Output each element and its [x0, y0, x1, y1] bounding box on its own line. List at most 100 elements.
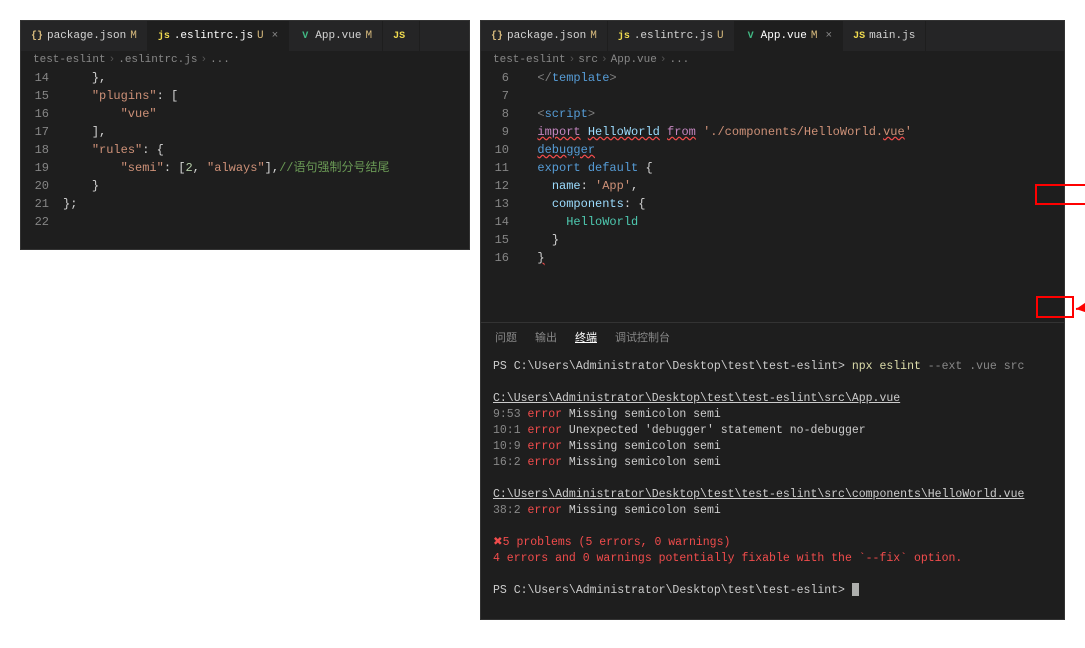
error-row[interactable]: 9:53 error Missing semicolon semi — [493, 407, 1052, 423]
line-number: 6 — [481, 69, 523, 87]
code-text[interactable]: HelloWorld — [523, 213, 1064, 231]
crumb-segment[interactable]: test-eslint — [33, 54, 106, 66]
summary-line: ✖5 problems (5 errors, 0 warnings) — [493, 535, 1052, 551]
modified-indicator: M — [130, 30, 137, 42]
line-number: 15 — [21, 87, 63, 105]
error-row[interactable]: 10:9 error Missing semicolon semi — [493, 439, 1052, 455]
code-line[interactable]: 20 } — [21, 177, 469, 195]
error-row[interactable]: 16:2 error Missing semicolon semi — [493, 455, 1052, 471]
modified-indicator: U — [717, 30, 724, 42]
code-text[interactable]: "semi": [2, "always"],//语句强制分号结尾 — [63, 159, 469, 177]
code-text[interactable]: import HelloWorld from './components/Hel… — [523, 123, 1064, 141]
error-row[interactable]: 10:1 error Unexpected 'debugger' stateme… — [493, 423, 1052, 439]
line-number: 18 — [21, 141, 63, 159]
tab-.eslintrc.js[interactable]: js.eslintrc.jsU — [608, 21, 735, 51]
tab-label: App.vue — [761, 30, 807, 42]
code-line[interactable]: 22 — [21, 213, 469, 231]
tab-label: App.vue — [315, 30, 361, 42]
code-line[interactable]: 15 "plugins": [ — [21, 87, 469, 105]
tab-main.js[interactable]: JS main.js — [843, 21, 926, 51]
terminal-prompt[interactable]: PS C:\Users\Administrator\Desktop\test\t… — [493, 583, 1052, 599]
crumb-segment[interactable]: ... — [669, 54, 689, 66]
file-icon: js — [618, 30, 630, 42]
breadcrumb[interactable]: test-eslint›.eslintrc.js›... — [21, 51, 469, 69]
close-icon[interactable]: × — [272, 30, 279, 42]
file-icon: V — [745, 30, 757, 42]
panel-tabs: 问题 输出 终端 调试控制台 — [481, 322, 1064, 351]
code-text[interactable]: export default { — [523, 159, 1064, 177]
breadcrumb[interactable]: test-eslint›src›App.vue›... — [481, 51, 1064, 69]
code-line[interactable]: 11 export default { — [481, 159, 1064, 177]
code-line[interactable]: 10 debugger — [481, 141, 1064, 159]
code-text[interactable]: } — [523, 231, 1064, 249]
code-line[interactable]: 8 <script> — [481, 105, 1064, 123]
code-text[interactable]: "vue" — [63, 105, 469, 123]
code-line[interactable]: 13 components: { — [481, 195, 1064, 213]
line-number: 19 — [21, 159, 63, 177]
code-text[interactable]: "plugins": [ — [63, 87, 469, 105]
code-line[interactable]: 15 } — [481, 231, 1064, 249]
tab-.eslintrc.js[interactable]: js.eslintrc.jsU× — [148, 21, 289, 51]
code-line[interactable]: 17 ], — [21, 123, 469, 141]
code-line[interactable]: 19 "semi": [2, "always"],//语句强制分号结尾 — [21, 159, 469, 177]
tab-bar: {}package.jsonMjs.eslintrc.jsU×VApp.vueM… — [21, 21, 469, 51]
code-text[interactable]: }; — [63, 195, 469, 213]
line-number: 13 — [481, 195, 523, 213]
annotation-arrow — [1061, 191, 1085, 321]
modified-indicator: U — [257, 30, 264, 42]
file-path[interactable]: C:\Users\Administrator\Desktop\test\test… — [493, 487, 1052, 503]
crumb-segment[interactable]: .eslintrc.js — [118, 54, 197, 66]
line-number: 20 — [21, 177, 63, 195]
code-line[interactable]: 9 import HelloWorld from './components/H… — [481, 123, 1064, 141]
panel-tab-调试控制台[interactable]: 调试控制台 — [615, 329, 670, 345]
code-line[interactable]: 7 — [481, 87, 1064, 105]
tab-package.json[interactable]: {}package.jsonM — [21, 21, 148, 51]
tab-unknown[interactable]: JS — [383, 21, 420, 51]
tab-label: .eslintrc.js — [174, 30, 253, 42]
code-text[interactable] — [523, 87, 1064, 105]
code-text[interactable]: }, — [63, 69, 469, 87]
code-text[interactable]: "rules": { — [63, 141, 469, 159]
tab-App.vue[interactable]: VApp.vueM× — [735, 21, 843, 51]
crumb-segment[interactable]: App.vue — [611, 54, 657, 66]
code-text[interactable]: } — [523, 249, 1064, 267]
code-text[interactable]: } — [63, 177, 469, 195]
chevron-right-icon: › — [660, 54, 667, 66]
code-line[interactable]: 12 name: 'App', — [481, 177, 1064, 195]
tab-package.json[interactable]: {}package.jsonM — [481, 21, 608, 51]
error-row[interactable]: 38:2 error Missing semicolon semi — [493, 503, 1052, 519]
terminal-line: PS C:\Users\Administrator\Desktop\test\t… — [493, 359, 1052, 375]
code-editor[interactable]: 14 },15 "plugins": [16 "vue"17 ],18 "rul… — [21, 69, 469, 231]
chevron-right-icon: › — [601, 54, 608, 66]
code-line[interactable]: 16 } — [481, 249, 1064, 267]
file-icon: {} — [491, 30, 503, 42]
code-line[interactable]: 16 "vue" — [21, 105, 469, 123]
code-editor[interactable]: 6 </template>78 <script>9 import HelloWo… — [481, 69, 1064, 322]
code-text[interactable]: </template> — [523, 69, 1064, 87]
crumb-segment[interactable]: ... — [210, 54, 230, 66]
panel-tab-问题[interactable]: 问题 — [495, 329, 517, 345]
code-text[interactable]: debugger — [523, 141, 1064, 159]
modified-indicator: M — [590, 30, 597, 42]
code-line[interactable]: 14 HelloWorld — [481, 213, 1064, 231]
code-line[interactable]: 14 }, — [21, 69, 469, 87]
crumb-segment[interactable]: src — [578, 54, 598, 66]
line-number: 14 — [481, 213, 523, 231]
code-line[interactable]: 21}; — [21, 195, 469, 213]
crumb-segment[interactable]: test-eslint — [493, 54, 566, 66]
code-line[interactable]: 6 </template> — [481, 69, 1064, 87]
code-text[interactable] — [63, 213, 469, 231]
panel-tab-终端[interactable]: 终端 — [575, 329, 597, 345]
panel-tab-输出[interactable]: 输出 — [535, 329, 557, 345]
file-path[interactable]: C:\Users\Administrator\Desktop\test\test… — [493, 391, 1052, 407]
terminal-panel[interactable]: PS C:\Users\Administrator\Desktop\test\t… — [481, 351, 1064, 620]
close-icon[interactable]: × — [825, 30, 832, 42]
code-text[interactable]: components: { — [523, 195, 1064, 213]
file-icon: JS — [853, 30, 865, 42]
code-text[interactable]: <script> — [523, 105, 1064, 123]
code-text[interactable]: name: 'App', — [523, 177, 1064, 195]
code-line[interactable]: 18 "rules": { — [21, 141, 469, 159]
tab-label: main.js — [869, 30, 915, 42]
code-text[interactable]: ], — [63, 123, 469, 141]
tab-App.vue[interactable]: VApp.vueM — [289, 21, 383, 51]
